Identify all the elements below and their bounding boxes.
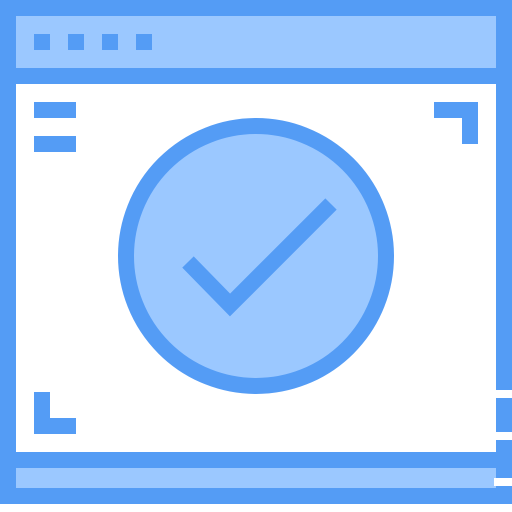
status-bar-divider bbox=[16, 452, 496, 468]
menu-line-1 bbox=[34, 102, 76, 118]
titlebar-dot-2 bbox=[68, 34, 84, 50]
menu-line-2 bbox=[34, 136, 76, 152]
titlebar-dot-4 bbox=[136, 34, 152, 50]
status-bar-fill bbox=[16, 468, 496, 488]
title-bar-divider bbox=[16, 68, 496, 84]
status-bar bbox=[16, 452, 496, 488]
title-bar-fill bbox=[16, 16, 496, 68]
titlebar-dot-3 bbox=[102, 34, 118, 50]
edge-mark-4 bbox=[494, 478, 512, 486]
check-circle bbox=[118, 118, 394, 394]
edge-mark-3 bbox=[494, 432, 512, 440]
titlebar-dot-1 bbox=[34, 34, 50, 50]
edge-mark-2 bbox=[496, 408, 512, 424]
icon-canvas bbox=[0, 0, 512, 512]
title-bar bbox=[16, 16, 496, 84]
check-circle-icon bbox=[118, 118, 394, 394]
edge-mark-1 bbox=[494, 390, 512, 398]
browser-window-check-icon bbox=[0, 0, 512, 504]
